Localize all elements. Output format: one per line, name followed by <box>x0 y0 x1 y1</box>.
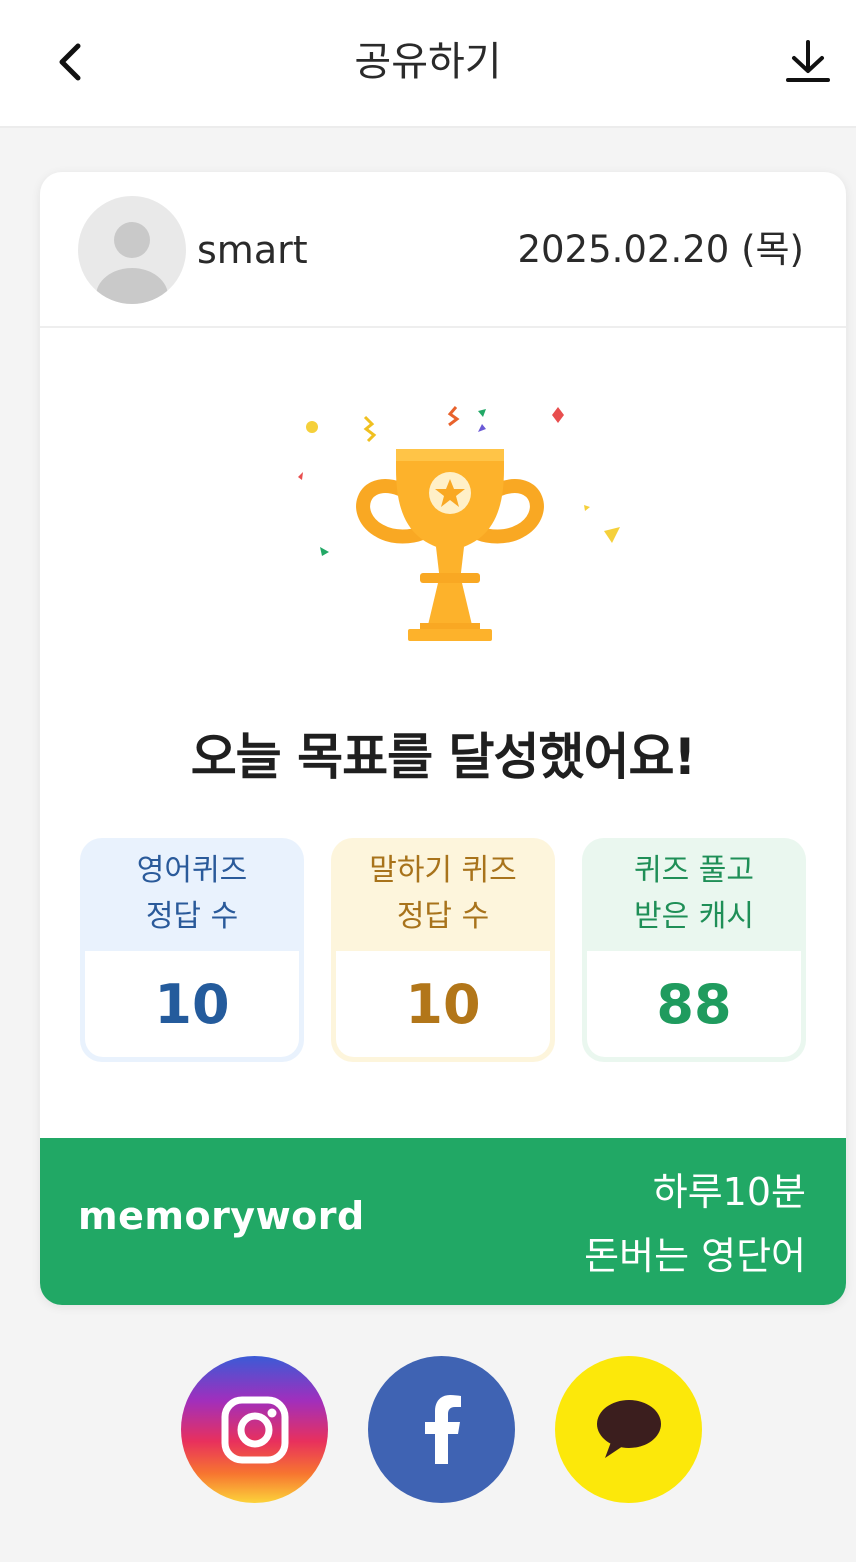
stat-label-line1: 말하기 퀴즈 <box>369 853 517 888</box>
stat-value: 88 <box>587 951 801 1057</box>
download-button[interactable] <box>776 30 840 94</box>
brand-banner: memoryword 하루10분 돈버는 영단어 <box>40 1138 846 1305</box>
brand-logo: memoryword <box>78 1194 365 1238</box>
slogan-line1: 하루10분 <box>652 1170 806 1214</box>
stat-value: 10 <box>85 951 299 1057</box>
stat-label-line2: 정답 수 <box>396 899 490 934</box>
stat-label-line1: 영어퀴즈 <box>136 853 248 888</box>
stat-label: 말하기 퀴즈 정답 수 <box>331 838 555 950</box>
username: smart <box>197 228 308 272</box>
card-profile-row: smart 2025.02.20 (목) <box>40 172 846 328</box>
download-icon <box>786 40 830 82</box>
stat-label-line1: 퀴즈 풀고 <box>634 853 754 888</box>
kakaotalk-icon <box>596 1399 661 1458</box>
facebook-icon <box>424 1394 461 1464</box>
avatar <box>78 196 186 304</box>
trophy-icon <box>298 406 620 641</box>
top-bar: 공유하기 <box>0 0 856 128</box>
stat-label-line2: 정답 수 <box>145 899 239 934</box>
stat-cash-earned: 퀴즈 풀고 받은 캐시 88 <box>582 838 806 1062</box>
stat-english-quiz: 영어퀴즈 정답 수 10 <box>80 838 304 1062</box>
share-kakaotalk-button[interactable] <box>555 1356 702 1503</box>
stat-label-line2: 받은 캐시 <box>634 899 754 934</box>
default-user-icon <box>96 222 168 304</box>
slogan-line2: 돈버는 영단어 <box>584 1234 806 1278</box>
stat-label: 퀴즈 풀고 받은 캐시 <box>582 838 806 950</box>
slogan: 하루10분 돈버는 영단어 <box>584 1160 806 1288</box>
page-title: 공유하기 <box>354 39 502 85</box>
achievement-message: 오늘 목표를 달성했어요! <box>190 728 697 786</box>
share-card: smart 2025.02.20 (목) 오늘 목표를 달성했어요! 영어퀴즈 … <box>40 172 846 1305</box>
stat-value: 10 <box>336 951 550 1057</box>
date-label: 2025.02.20 (목) <box>517 228 804 271</box>
share-facebook-button[interactable] <box>368 1356 515 1503</box>
trophy-illustration <box>250 397 650 677</box>
share-instagram-button[interactable] <box>181 1356 328 1503</box>
instagram-icon <box>221 1396 288 1463</box>
stat-label: 영어퀴즈 정답 수 <box>80 838 304 950</box>
stat-speaking-quiz: 말하기 퀴즈 정답 수 10 <box>331 838 555 1062</box>
